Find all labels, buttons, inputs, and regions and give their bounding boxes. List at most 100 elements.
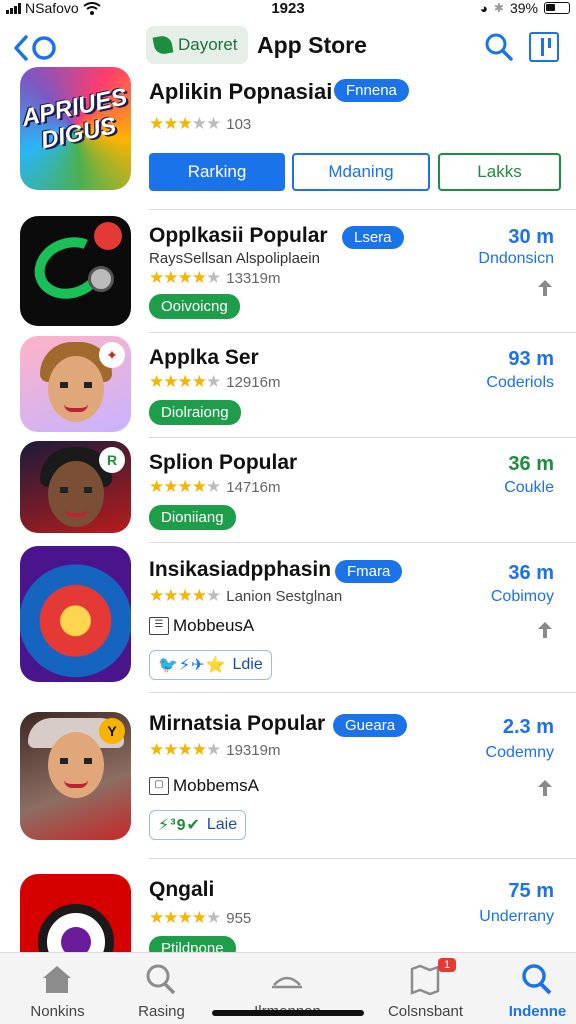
app-badge: Lsera bbox=[342, 226, 404, 249]
battery-icon bbox=[544, 2, 570, 14]
star-empty-icon: ★ bbox=[191, 114, 207, 133]
rating-text: Lanion Sestglnan bbox=[226, 587, 343, 605]
upload-icon[interactable] bbox=[538, 622, 552, 638]
segment-trending[interactable]: Mdaning bbox=[292, 153, 430, 191]
status-pill[interactable]: Dioniiang bbox=[149, 505, 236, 530]
star-filled-icon: ★ bbox=[177, 268, 193, 287]
rating-count: 19319m bbox=[226, 741, 281, 759]
app-icon[interactable]: Y bbox=[20, 712, 131, 840]
status-pill[interactable]: Diolraiong bbox=[149, 400, 241, 425]
bluetooth-icon: ✱ bbox=[493, 1, 504, 15]
star-filled-icon: ★ bbox=[149, 268, 164, 287]
publisher: ▢ MobbemsA bbox=[149, 776, 259, 796]
hat-icon bbox=[272, 976, 302, 989]
status-pill[interactable]: Ooivoicng bbox=[149, 294, 240, 319]
status-bar: NSafovo 1923 ◕ ✱ 39% bbox=[0, 0, 576, 18]
app-size: 2.3 m bbox=[502, 716, 554, 738]
home-icon bbox=[43, 966, 71, 993]
star-filled-icon: ★ bbox=[163, 114, 178, 133]
tab-label: Nonkins bbox=[30, 1003, 85, 1020]
star-rating: ★ ★ ★ ★ ★ bbox=[149, 740, 221, 760]
app-icon[interactable]: ✦ bbox=[20, 336, 131, 432]
status-right: ◕ ✱ 39% bbox=[480, 0, 570, 16]
star-filled-icon: ★ bbox=[191, 477, 207, 496]
search-icon bbox=[146, 964, 176, 995]
app-rating: ★ ★ ★ ★ ★ Lanion Sestglnan bbox=[149, 586, 342, 606]
divider bbox=[149, 437, 576, 438]
app-name: Qngali bbox=[149, 878, 215, 901]
star-filled-icon: ★ bbox=[177, 477, 193, 496]
app-icon[interactable] bbox=[20, 546, 131, 682]
feature-chip[interactable]: 🐦⚡✈⭐ Ldie bbox=[149, 650, 272, 680]
rating-count: 12916m bbox=[226, 373, 281, 391]
star-empty-icon: ★ bbox=[206, 740, 221, 759]
star-filled-icon: ★ bbox=[149, 740, 164, 759]
feature-chip[interactable]: ⚡³9✔ Laie bbox=[149, 810, 247, 840]
star-filled-icon: ★ bbox=[163, 477, 178, 496]
star-filled-icon: ★ bbox=[191, 740, 207, 759]
tab-consultant[interactable]: Colsnsbant bbox=[368, 953, 483, 1024]
tab-home[interactable]: Nonkins bbox=[0, 953, 115, 1024]
star-empty-icon: ★ bbox=[206, 268, 221, 287]
app-rating: ★ ★ ★ ★ ★ 12916m bbox=[149, 372, 280, 392]
app-rating: ★ ★ ★ ★ ★ 14716m bbox=[149, 477, 280, 497]
hero-rating: ★ ★ ★ ★ ★ 103 bbox=[149, 114, 251, 134]
app-icon[interactable] bbox=[20, 216, 131, 326]
app-developer: Codemny bbox=[485, 744, 554, 761]
app-size: 36 m bbox=[508, 453, 554, 475]
hero-app-icon[interactable]: APRIUES DIGUS bbox=[20, 67, 131, 190]
app-rating: ★ ★ ★ ★ ★ 19319m bbox=[149, 740, 280, 760]
store-switch-pill[interactable]: Dayoret bbox=[146, 26, 248, 64]
header-search-button[interactable] bbox=[484, 32, 514, 67]
home-indicator[interactable] bbox=[212, 1010, 364, 1016]
app-header: Dayoret App Store bbox=[0, 22, 576, 72]
alarm-icon: ◕ bbox=[480, 0, 488, 16]
star-rating: ★ ★ ★ ★ ★ bbox=[149, 586, 221, 606]
app-developer: Coukle bbox=[504, 479, 554, 496]
star-filled-icon: ★ bbox=[191, 372, 207, 391]
chip-icons: ⚡³9✔ bbox=[158, 817, 201, 834]
rating-count: 13319m bbox=[226, 269, 281, 287]
app-icon[interactable]: R bbox=[20, 441, 131, 533]
tab-index[interactable]: Indenne bbox=[480, 953, 576, 1024]
book-icon: ☰ bbox=[149, 617, 169, 635]
sidebar-icon[interactable] bbox=[529, 32, 559, 62]
app-name: Mirnatsia Popular bbox=[149, 712, 326, 735]
star-rating: ★ ★ ★ ★ ★ bbox=[149, 908, 221, 928]
search-icon bbox=[485, 33, 513, 61]
segment-likes[interactable]: Lakks bbox=[438, 153, 561, 191]
star-filled-icon: ★ bbox=[163, 908, 178, 927]
hero-app-name[interactable]: Aplikin Popnasiai bbox=[149, 79, 332, 105]
divider bbox=[149, 858, 576, 859]
star-filled-icon: ★ bbox=[177, 908, 193, 927]
leaf-icon bbox=[152, 34, 174, 56]
app-name: Applka Ser bbox=[149, 346, 259, 369]
app-developer: Cobimoy bbox=[490, 588, 554, 605]
upload-icon[interactable] bbox=[538, 280, 552, 296]
page-title: App Store bbox=[257, 32, 367, 58]
divider bbox=[149, 692, 576, 693]
upload-icon[interactable] bbox=[538, 780, 552, 796]
star-filled-icon: ★ bbox=[149, 372, 164, 391]
app-size: 30 m bbox=[508, 226, 554, 248]
star-filled-icon: ★ bbox=[149, 586, 164, 605]
star-filled-icon: ★ bbox=[149, 114, 164, 133]
segment-ranking[interactable]: Rarking bbox=[149, 153, 285, 191]
app-name: Opplkasii Popular bbox=[149, 224, 328, 247]
star-filled-icon: ★ bbox=[191, 908, 207, 927]
app-size: 93 m bbox=[508, 348, 554, 370]
divider bbox=[149, 209, 576, 210]
rating-count: 955 bbox=[226, 909, 252, 927]
hero-rating-count: 103 bbox=[226, 115, 252, 133]
store-switch-label: Dayoret bbox=[178, 35, 238, 54]
back-button[interactable] bbox=[12, 28, 60, 68]
star-filled-icon: ★ bbox=[163, 586, 178, 605]
app-badge: Gueara bbox=[333, 714, 408, 737]
tab-search[interactable]: Rasing bbox=[104, 953, 219, 1024]
battery-percent: 39% bbox=[509, 0, 538, 16]
publisher: ☰ MobbeusA bbox=[149, 616, 254, 636]
app-name: Splion Popular bbox=[149, 451, 298, 474]
publisher-label: MobbeusA bbox=[173, 616, 255, 635]
star-filled-icon: ★ bbox=[163, 268, 178, 287]
star-filled-icon: ★ bbox=[163, 740, 178, 759]
